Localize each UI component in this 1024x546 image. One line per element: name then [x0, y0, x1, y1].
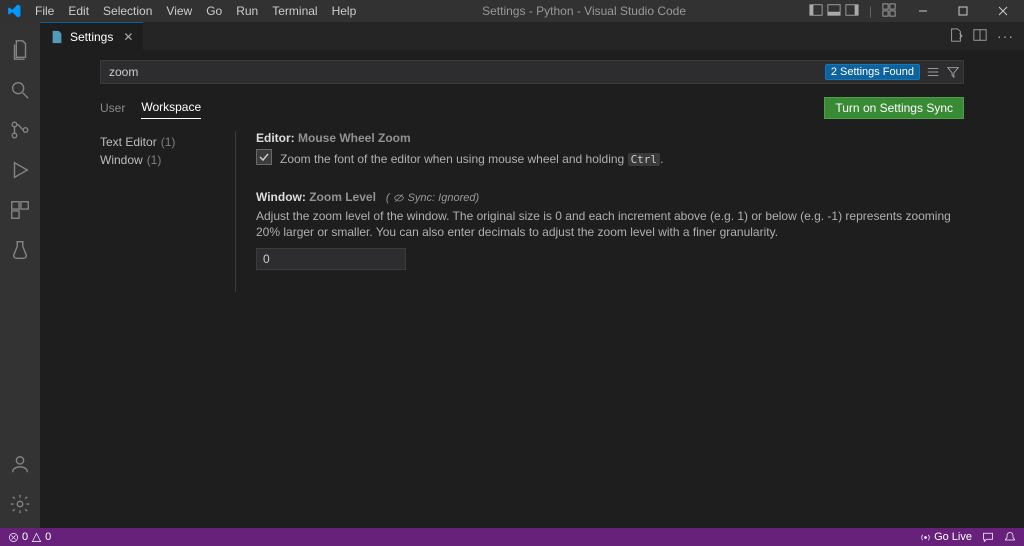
menu-view[interactable]: View	[159, 0, 199, 22]
zoom-level-input[interactable]	[256, 248, 406, 270]
results-count-badge: 2 Settings Found	[825, 64, 920, 80]
tree-item-window[interactable]: Window (1)	[100, 151, 235, 169]
mouse-wheel-zoom-checkbox[interactable]	[256, 149, 272, 165]
settings-list: Editor: Mouse Wheel Zoom Zoom the font o…	[235, 131, 964, 292]
warning-icon	[31, 532, 42, 543]
key-hint: Ctrl	[628, 153, 661, 166]
explorer-icon[interactable]	[0, 30, 40, 70]
status-notifications-icon[interactable]	[1004, 531, 1016, 543]
tab-close-icon[interactable]: ✕	[123, 30, 133, 44]
file-icon	[50, 30, 64, 44]
vscode-logo-icon	[0, 4, 28, 18]
turn-on-settings-sync-button[interactable]: Turn on Settings Sync	[824, 97, 964, 119]
error-icon	[8, 532, 19, 543]
maximize-button[interactable]	[946, 0, 980, 22]
window-title: Settings - Python - Visual Studio Code	[363, 4, 805, 18]
settings-tree: Text Editor (1) Window (1)	[100, 131, 235, 292]
search-icon[interactable]	[0, 70, 40, 110]
settings-editor: 2 Settings Found User Workspace Turn on …	[40, 50, 1024, 528]
tree-item-count: (1)	[161, 135, 176, 149]
status-go-live[interactable]: Go Live	[920, 531, 972, 543]
status-bar: 0 0 Go Live	[0, 528, 1024, 546]
menu-file[interactable]: File	[28, 0, 61, 22]
tab-actions: ···	[949, 22, 1024, 50]
setting-editor-mouse-wheel-zoom: Editor: Mouse Wheel Zoom Zoom the font o…	[256, 131, 964, 168]
accounts-icon[interactable]	[0, 444, 40, 484]
clear-search-icon[interactable]	[926, 65, 940, 79]
layout-panel-icon[interactable]	[827, 3, 841, 20]
tab-settings[interactable]: Settings ✕	[40, 22, 143, 50]
tab-label: Settings	[70, 30, 113, 44]
sync-ignored-label: ( Sync: Ignored)	[386, 192, 479, 204]
layout-sidebar-left-icon[interactable]	[809, 3, 823, 20]
broadcast-icon	[920, 532, 931, 543]
setting-name: Mouse Wheel Zoom	[298, 131, 411, 145]
status-problems[interactable]: 0 0	[8, 531, 51, 543]
scope-workspace-tab[interactable]: Workspace	[141, 96, 201, 119]
main-menu: File Edit Selection View Go Run Terminal…	[28, 0, 363, 22]
activity-bar	[0, 22, 40, 528]
editor-tabs: Settings ✕ ···	[40, 22, 1024, 50]
title-bar: File Edit Selection View Go Run Terminal…	[0, 0, 1024, 22]
sync-ignored-icon	[393, 192, 405, 204]
menu-run[interactable]: Run	[229, 0, 265, 22]
layout-sidebar-right-icon[interactable]	[845, 3, 859, 20]
run-debug-icon[interactable]	[0, 150, 40, 190]
menu-selection[interactable]: Selection	[96, 0, 159, 22]
source-control-icon[interactable]	[0, 110, 40, 150]
open-settings-json-icon[interactable]	[949, 28, 963, 45]
more-actions-icon[interactable]: ···	[997, 28, 1014, 44]
settings-gear-icon[interactable]	[0, 484, 40, 524]
testing-icon[interactable]	[0, 230, 40, 270]
menu-edit[interactable]: Edit	[61, 0, 96, 22]
split-editor-icon[interactable]	[973, 28, 987, 45]
menu-help[interactable]: Help	[325, 0, 364, 22]
menu-terminal[interactable]: Terminal	[265, 0, 324, 22]
menu-go[interactable]: Go	[199, 0, 229, 22]
close-button[interactable]	[986, 0, 1020, 22]
setting-description: Zoom the font of the editor when using m…	[280, 151, 663, 168]
setting-description: Adjust the zoom level of the window. The…	[256, 208, 964, 240]
tree-item-count: (1)	[147, 153, 162, 167]
status-feedback-icon[interactable]	[982, 531, 994, 543]
customize-layout-icon[interactable]	[882, 3, 896, 20]
minimize-button[interactable]	[906, 0, 940, 22]
scope-user-tab[interactable]: User	[100, 97, 125, 119]
filter-icon[interactable]	[946, 65, 960, 79]
tree-item-text-editor[interactable]: Text Editor (1)	[100, 133, 235, 151]
setting-window-zoom-level: Window: Zoom Level ( Sync: Ignored) Adju…	[256, 190, 964, 270]
window-controls: |	[805, 0, 1024, 22]
tree-item-label: Window	[100, 153, 143, 167]
setting-category: Window:	[256, 190, 306, 204]
extensions-icon[interactable]	[0, 190, 40, 230]
tree-item-label: Text Editor	[100, 135, 157, 149]
setting-category: Editor:	[256, 131, 295, 145]
setting-name: Zoom Level	[309, 190, 376, 204]
